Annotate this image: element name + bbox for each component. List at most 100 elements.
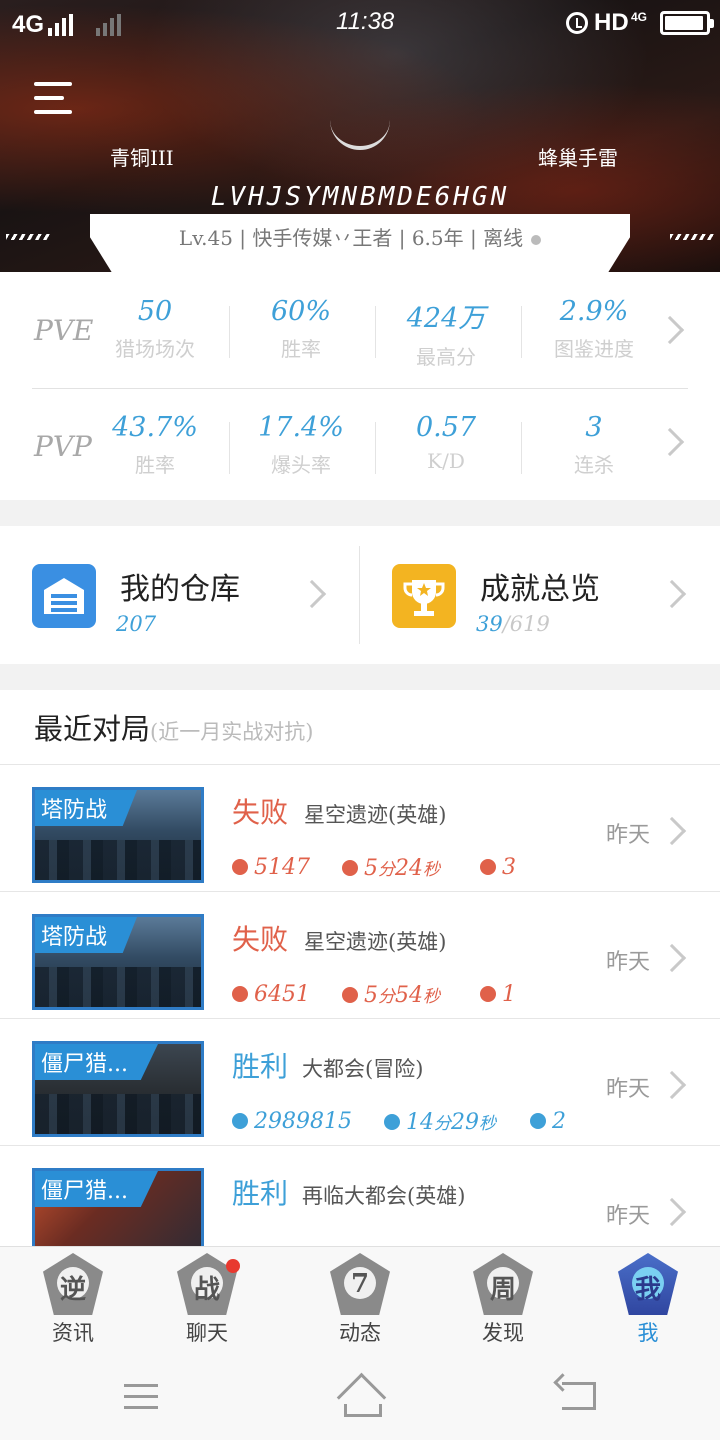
tab-feed[interactable]: 7 动态 <box>305 1253 415 1353</box>
medal-icon <box>232 1113 248 1129</box>
home-icon[interactable] <box>336 1378 384 1417</box>
player-info: Lv.45 | 快手传媒丷王者 | 6.5年 | 离线 <box>0 222 720 251</box>
pvp-stat: 0.57 K/D <box>373 412 519 473</box>
signal-icon <box>48 14 73 36</box>
score-value: 6451 <box>254 982 310 1007</box>
match-row[interactable]: 僵尸猎... 胜利 大都会(冒险) 2989815 14分29秒 2 昨天 <box>0 1019 720 1146</box>
chevron-right-icon <box>657 1197 687 1227</box>
recent-apps-icon[interactable] <box>124 1384 158 1410</box>
achievements-entry[interactable]: 成就总览 39/619 <box>360 526 720 664</box>
kills-value: 2 <box>552 1109 566 1134</box>
stat-label: 爆头率 <box>271 453 331 477</box>
tab-glyph: 战 <box>193 1275 220 1305</box>
stat-label: 最高分 <box>416 345 476 369</box>
unit-sec: 秒 <box>423 860 440 880</box>
player-team[interactable]: 蜂巢手雷 <box>538 142 618 171</box>
match-row[interactable]: 塔防战 失败 星空遗迹(英雄) 5147 5分24秒 3 昨天 <box>0 765 720 892</box>
timer-icon <box>342 860 358 876</box>
tab-me[interactable]: 我 我 <box>593 1253 703 1353</box>
kills-value: 3 <box>502 855 516 880</box>
tab-glyph: 7 <box>350 1269 370 1299</box>
score-value: 5147 <box>254 855 310 880</box>
match-kills: 1 <box>480 982 516 1007</box>
battery-icon <box>660 11 714 35</box>
tab-chat[interactable]: 战 聊天 <box>152 1253 262 1353</box>
stat-label: 胜率 <box>281 337 321 361</box>
profile-header: 4G 11:38 HD 4G 青铜III 蜂巢手雷 LVHJSYMNBMDE6H… <box>0 0 720 272</box>
chevron-right-icon <box>297 579 327 609</box>
thumbnail-scene <box>35 840 201 880</box>
match-time: 昨天 <box>606 1204 651 1229</box>
clock: 11:38 <box>336 8 395 35</box>
pvp-stat: 3 连杀 <box>521 412 667 478</box>
match-duration: 5分24秒 <box>342 855 440 881</box>
tab-glyph: 周 <box>489 1275 516 1305</box>
trophy-icon <box>392 564 456 628</box>
offline-dot-icon <box>531 234 542 245</box>
match-result: 失败 <box>232 796 289 829</box>
match-kills: 2 <box>530 1109 566 1134</box>
tab-label: 聊天 <box>186 1321 228 1345</box>
recent-title: 最近对局 <box>34 712 151 746</box>
stat-label: 胜率 <box>135 453 175 477</box>
warehouse-entry[interactable]: 我的仓库 207 <box>0 526 360 664</box>
unit-sec: 秒 <box>423 987 440 1007</box>
duration-sec: 24 <box>395 856 423 881</box>
match-thumbnail: 僵尸猎... <box>32 1041 204 1137</box>
menu-icon[interactable] <box>34 82 72 114</box>
stat-value: 424万 <box>406 303 486 334</box>
network-type: 4G <box>12 11 45 38</box>
match-map: 星空遗迹(英雄) <box>304 803 447 827</box>
tab-news[interactable]: 逆 资讯 <box>18 1253 128 1353</box>
unit-sec: 秒 <box>479 1114 496 1134</box>
tab-discover[interactable]: 周 发现 <box>448 1253 558 1353</box>
stat-value: 60% <box>270 296 331 327</box>
avatar[interactable] <box>330 120 390 150</box>
tab-label: 发现 <box>482 1321 524 1345</box>
system-nav-bar <box>0 1354 720 1440</box>
match-row[interactable]: 僵尸猎... 胜利 再临大都会(英雄) 昨天 <box>0 1146 720 1246</box>
pvp-row[interactable]: PVP 43.7% 胜率 17.4% 爆头率 0.57 K/D 3 连杀 <box>0 388 720 500</box>
notification-dot <box>226 1259 240 1273</box>
match-score: 6451 <box>232 982 310 1007</box>
chevron-right-icon <box>657 816 687 846</box>
pve-row[interactable]: PVE 50 猎场场次 60% 胜率 424万 最高分 2.9% 图鉴进度 <box>0 272 720 384</box>
status-bar: 4G 11:38 HD 4G <box>0 0 720 48</box>
stats-card: PVE 50 猎场场次 60% 胜率 424万 最高分 2.9% 图鉴进度 PVP 43… <box>0 272 720 500</box>
warehouse-title: 我的仓库 <box>120 572 240 607</box>
medal-icon <box>232 859 248 875</box>
stat-value: 2.9% <box>559 296 629 327</box>
player-name: LVHJSYMNBMDE6HGN <box>210 182 510 212</box>
duration-sec: 29 <box>451 1110 479 1135</box>
timer-icon <box>342 987 358 1003</box>
warehouse-count: 207 <box>116 612 157 636</box>
back-icon[interactable] <box>562 1382 596 1410</box>
match-time: 昨天 <box>606 1077 651 1102</box>
pve-stat: 424万最高分 <box>373 296 519 370</box>
match-duration: 14分29秒 <box>384 1109 496 1135</box>
tab-glyph: 逆 <box>59 1275 86 1305</box>
tab-label: 资讯 <box>52 1321 94 1345</box>
match-row[interactable]: 塔防战 失败 星空遗迹(英雄) 6451 5分54秒 1 昨天 <box>0 892 720 1019</box>
duration-min: 5 <box>364 856 378 881</box>
medal-icon <box>232 986 248 1002</box>
match-thumbnail: 塔防战 <box>32 787 204 883</box>
match-mode: 塔防战 <box>35 790 138 826</box>
skull-icon <box>480 859 496 875</box>
player-info-text: Lv.45 | 快手传媒丷王者 | 6.5年 | 离线 <box>178 226 524 250</box>
match-score: 2989815 <box>232 1109 352 1134</box>
match-map: 大都会(冒险) <box>302 1057 424 1081</box>
match-mode: 塔防战 <box>35 917 138 953</box>
achievements-total: /619 <box>502 612 550 636</box>
recent-header: 最近对局(近一月实战对抗) <box>34 706 313 750</box>
pvp-stat: 17.4% 爆头率 <box>228 412 374 478</box>
match-result: 胜利 <box>232 1050 289 1083</box>
shortcut-panels: 我的仓库 207 成就总览 39/619 <box>0 526 720 664</box>
skull-icon <box>530 1113 546 1129</box>
unit-min: 分 <box>378 860 395 880</box>
stat-value: 43.7% <box>112 412 198 443</box>
tab-label: 动态 <box>339 1321 381 1345</box>
player-rank: 青铜III <box>110 146 174 170</box>
stat-value: 50 <box>137 296 173 327</box>
hd-indicator: HD <box>594 9 629 36</box>
